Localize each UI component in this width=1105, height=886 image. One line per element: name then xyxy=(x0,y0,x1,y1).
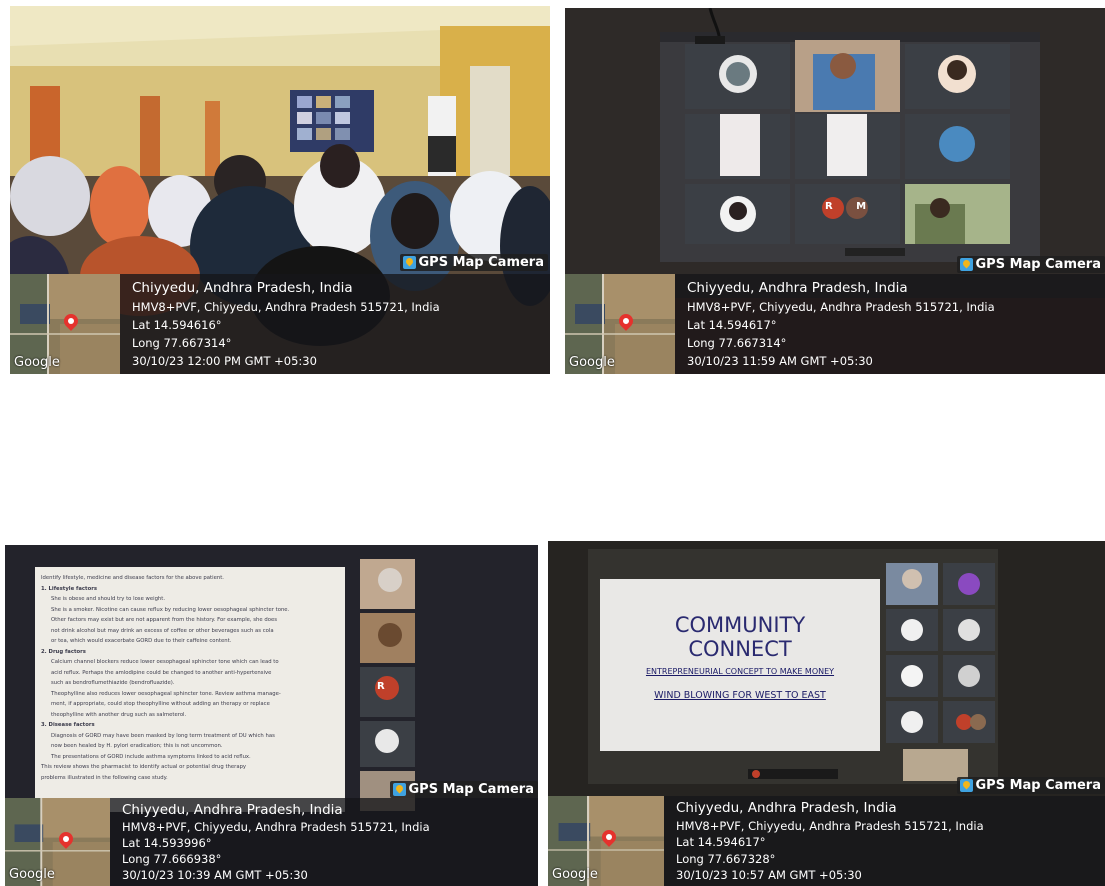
address: HMV8+PVF, Chiyyedu, Andhra Pradesh 51572… xyxy=(122,820,430,834)
photo-document-share: Identify lifestyle, medicine and disease… xyxy=(5,545,538,886)
brand-label: GPS Map Camera xyxy=(408,782,535,797)
doc-line: problems illustrated in the following ca… xyxy=(41,774,168,781)
longitude: Long 77.666938° xyxy=(122,852,222,866)
geo-info-panel: Google Chiyyedu, Andhra Pradesh, India H… xyxy=(548,796,1105,886)
place-name: Chiyyedu, Andhra Pradesh, India xyxy=(122,802,343,818)
datetime: 30/10/23 11:59 AM GMT +05:30 xyxy=(687,354,873,368)
geo-info-panel: Google Chiyyedu, Andhra Pradesh, India H… xyxy=(5,798,538,886)
geo-text: Chiyyedu, Andhra Pradesh, India HMV8+PVF… xyxy=(110,798,538,886)
google-label: Google xyxy=(9,867,55,882)
doc-line: Theophylline also reduces lower oesophag… xyxy=(51,690,281,697)
address: HMV8+PVF, Chiyyedu, Andhra Pradesh 51572… xyxy=(687,300,995,314)
gps-map-camera-icon xyxy=(959,779,973,792)
doc-line: Identify lifestyle, medicine and disease… xyxy=(41,575,224,581)
brand-label: GPS Map Camera xyxy=(975,257,1102,272)
address: HMV8+PVF, Chiyyedu, Andhra Pradesh 51572… xyxy=(132,300,440,314)
doc-line: theophylline with another drug such as s… xyxy=(51,711,187,718)
brand-label: GPS Map Camera xyxy=(975,778,1102,793)
slide-title-line-1: COMMUNITY xyxy=(674,613,806,637)
datetime: 30/10/23 12:00 PM GMT +05:30 xyxy=(132,354,317,368)
latitude: Lat 14.594616° xyxy=(132,318,222,332)
geo-info-panel: Google Chiyyedu, Andhra Pradesh, India H… xyxy=(10,274,550,374)
datetime: 30/10/23 10:39 AM GMT +05:30 xyxy=(122,868,308,882)
doc-line: This review shows the pharmacist to iden… xyxy=(41,764,247,770)
doc-line: She is a smoker. Nicotine can cause refl… xyxy=(51,606,290,613)
google-label: Google xyxy=(569,355,615,370)
latitude: Lat 14.594617° xyxy=(687,318,777,332)
gps-map-camera-icon xyxy=(402,256,416,269)
map-thumbnail: Google xyxy=(10,274,120,374)
geo-text: Chiyyedu, Andhra Pradesh, India HMV8+PVF… xyxy=(664,796,1105,886)
avatar-r: R xyxy=(377,681,385,692)
longitude: Long 77.667314° xyxy=(132,336,232,350)
brand-label: GPS Map Camera xyxy=(418,255,545,270)
shared-document-text: Identify lifestyle, medicine and disease… xyxy=(41,573,341,808)
map-thumbnail: Google xyxy=(548,796,664,886)
geo-info-panel: Google Chiyyedu, Andhra Pradesh, India H… xyxy=(565,274,1105,374)
photo-video-grid: R M GPS Map Camera Google Chiyyedu, Andh… xyxy=(565,8,1105,374)
doc-line: ment, if appropriate, could stop theophy… xyxy=(51,701,270,707)
geo-text: Chiyyedu, Andhra Pradesh, India HMV8+PVF… xyxy=(675,274,1105,374)
doc-line: such as bendroflumethiazide (bendrofluaz… xyxy=(51,680,175,686)
doc-line: Other factors may exist but are not appa… xyxy=(51,617,277,623)
avatar-rm: R M xyxy=(825,201,877,212)
doc-line: 2. Drug factors xyxy=(41,648,86,655)
doc-line: She is obese and should try to lose weig… xyxy=(51,596,166,602)
doc-line: now been healed by H. pylori eradication… xyxy=(51,743,223,749)
datetime: 30/10/23 10:57 AM GMT +05:30 xyxy=(676,868,862,882)
google-label: Google xyxy=(552,867,598,882)
gps-map-camera-badge: GPS Map Camera xyxy=(399,254,548,271)
longitude: Long 77.667328° xyxy=(676,851,776,866)
doc-line: 3. Disease factors xyxy=(41,722,95,728)
longitude: Long 77.667314° xyxy=(687,336,787,350)
doc-line: 1. Lifestyle factors xyxy=(41,585,97,592)
map-thumbnail: Google xyxy=(565,274,675,374)
latitude: Lat 14.593996° xyxy=(122,836,212,850)
doc-line: not drink alcohol but may drink an exces… xyxy=(51,627,274,634)
place-name: Chiyyedu, Andhra Pradesh, India xyxy=(687,280,908,296)
doc-line: Calcium channel blockers reduce lower oe… xyxy=(51,659,279,665)
slide-subtitle: ENTREPRENEURIAL CONCEPT TO MAKE MONEY xyxy=(645,667,835,676)
gps-map-camera-icon xyxy=(959,258,973,271)
gps-map-camera-icon xyxy=(392,783,406,796)
place-name: Chiyyedu, Andhra Pradesh, India xyxy=(676,800,897,816)
geo-text: Chiyyedu, Andhra Pradesh, India HMV8+PVF… xyxy=(120,274,550,374)
gps-map-camera-badge: GPS Map Camera xyxy=(389,781,538,798)
slide-title-line-2: CONNECT xyxy=(688,637,792,661)
photo-slide-share: COMMUNITY CONNECT ENTREPRENEURIAL CONCEP… xyxy=(548,541,1105,886)
map-thumbnail: Google xyxy=(5,798,110,886)
doc-line: acid reflux. Perhaps the amlodipine coul… xyxy=(51,669,272,676)
address: HMV8+PVF, Chiyyedu, Andhra Pradesh 51572… xyxy=(676,818,984,833)
slide-content: COMMUNITY CONNECT ENTREPRENEURIAL CONCEP… xyxy=(600,579,880,751)
slide-tagline: WIND BLOWING FOR WEST TO EAST xyxy=(654,690,826,701)
doc-line: The presentations of GORD include asthma… xyxy=(51,753,251,760)
doc-line: Diagnosis of GORD may have been masked b… xyxy=(51,732,275,739)
gps-map-camera-badge: GPS Map Camera xyxy=(956,777,1105,794)
google-label: Google xyxy=(14,355,60,370)
latitude: Lat 14.594617° xyxy=(676,835,766,849)
photo-classroom: GPS Map Camera Google Chiyyedu, Andhra P… xyxy=(10,6,550,374)
gps-map-camera-badge: GPS Map Camera xyxy=(956,256,1105,273)
place-name: Chiyyedu, Andhra Pradesh, India xyxy=(132,280,353,296)
doc-line: or tea, which would exacerbate GORD due … xyxy=(51,638,232,644)
